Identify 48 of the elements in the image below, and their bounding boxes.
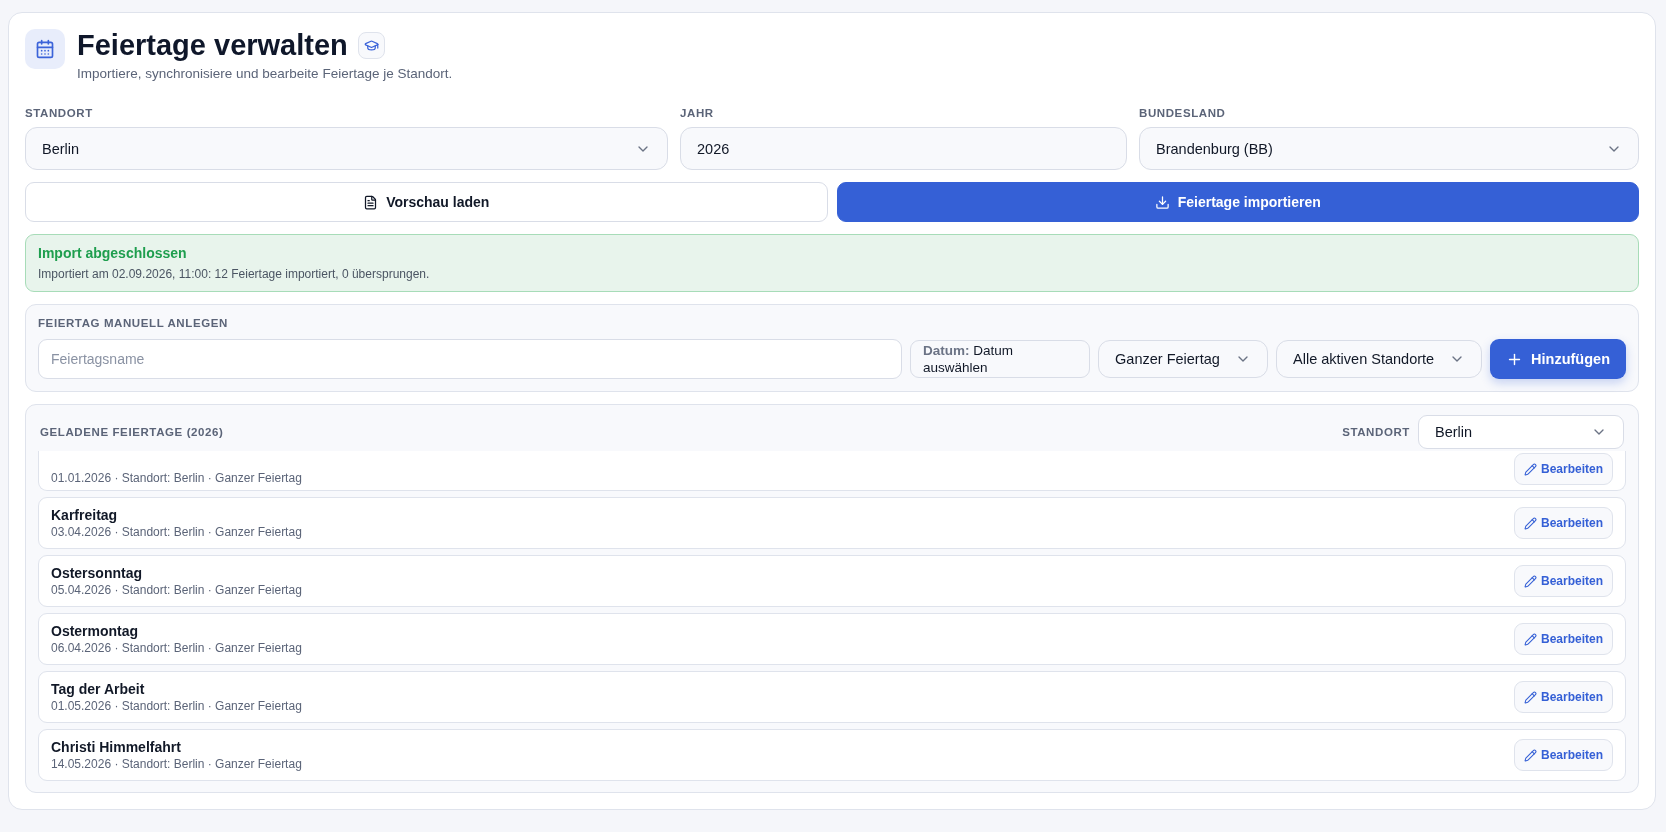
edit-button[interactable]: Bearbeiten: [1513, 739, 1613, 771]
holiday-title: Karfreitag: [51, 507, 119, 523]
calendar-icon: [25, 29, 65, 69]
add-button[interactable]: Hinzufügen: [1490, 339, 1626, 379]
preview-button[interactable]: Vorschau laden: [25, 182, 828, 222]
pencil-icon: [1523, 462, 1537, 476]
holiday-title: Christi Himmelfahrt: [51, 739, 182, 755]
holiday-details: 01.05.2026 · Standort: Berlin · Ganzer Feiertag: [51, 699, 302, 713]
edit-button[interactable]: Bearbeiten: [1513, 681, 1613, 713]
holiday-title: Ostermontag: [51, 623, 140, 639]
edit-button[interactable]: Bearbeiten: [1513, 507, 1613, 539]
pencil-icon: [1523, 748, 1537, 762]
holiday-details: 14.05.2026 · Standort: Berlin · Ganzer Feiertag: [51, 757, 302, 771]
field-label: STANDORT: [25, 107, 94, 119]
pencil-icon: [1523, 516, 1537, 530]
field-label: BUNDESLAND: [1139, 107, 1227, 119]
document-icon: [363, 194, 379, 210]
pencil-icon: [1523, 632, 1537, 646]
alert-message: Importiert am 02.09.2026, 11:00: 12 Feiertage importiert, 0 übersprungen.: [38, 267, 431, 281]
holiday-details: 05.04.2026 · Standort: Berlin · Ganzer Feiertag: [51, 583, 302, 597]
select-field[interactable]: Berlin: [25, 127, 668, 170]
section-heading: GELADENE FEIERTAGE (2026): [40, 426, 224, 438]
section-heading: FEIERTAG MANUELL ANLEGEN: [38, 317, 229, 329]
graduation-cap-icon[interactable]: [357, 32, 385, 59]
page-subtitle: Importiere, synchronisiere und bearbeite Feiertage je Standort.: [77, 66, 453, 81]
pencil-icon: [1523, 690, 1537, 704]
holiday-title: Tag der Arbeit: [51, 681, 146, 697]
location-filter-select[interactable]: Berlin: [1418, 415, 1624, 449]
edit-button[interactable]: Bearbeiten: [1513, 453, 1613, 485]
holiday-details: 03.04.2026 · Standort: Berlin · Ganzer Feiertag: [51, 525, 302, 539]
holiday-details: 06.04.2026 · Standort: Berlin · Ganzer Feiertag: [51, 641, 302, 655]
field-label: JAHR: [680, 107, 715, 119]
type-select[interactable]: Ganzer Feiertag: [1098, 340, 1269, 378]
alert-title: Import abgeschlossen: [38, 245, 188, 261]
input-field[interactable]: 2026: [680, 127, 1127, 170]
date-field[interactable]: Datum: Datum auswählen: [910, 340, 1091, 378]
import-button[interactable]: Feiertage importieren: [836, 182, 1639, 222]
filter-label: STANDORT: [1342, 426, 1410, 438]
edit-button[interactable]: Bearbeiten: [1513, 565, 1613, 597]
location-select[interactable]: Alle aktiven Standorte: [1276, 340, 1483, 378]
download-icon: [1154, 194, 1170, 210]
page-title: Feiertage verwalten: [77, 29, 348, 62]
edit-button[interactable]: Bearbeiten: [1513, 623, 1613, 655]
holiday-details: 01.01.2026 · Standort: Berlin · Ganzer Feiertag: [51, 471, 302, 485]
select-field[interactable]: Brandenburg (BB): [1139, 127, 1639, 170]
holiday-title: Ostersonntag: [51, 565, 143, 581]
holiday-name-input[interactable]: Feiertagsname: [38, 339, 903, 379]
pencil-icon: [1523, 574, 1537, 588]
